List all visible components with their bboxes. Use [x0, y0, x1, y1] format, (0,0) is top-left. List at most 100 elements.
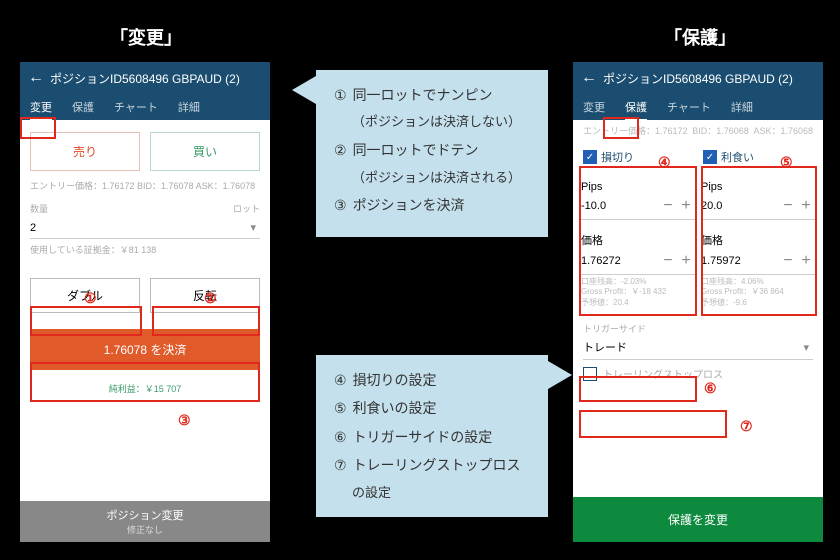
chevron-down-icon: ▾	[803, 341, 809, 354]
bottom-main-label: ポジション変更	[20, 507, 270, 523]
bottom-sub-label: 修正なし	[20, 523, 270, 536]
circ-num-3: ③	[178, 412, 191, 429]
circ-num-6: ⑥	[704, 380, 717, 397]
tp-balance: 口座残高：4.06%	[701, 277, 815, 287]
column-label-left: 「変更」	[110, 24, 182, 50]
sl-price-value: 1.76272	[581, 255, 621, 267]
callout-right: ④損切りの設定 ⑤利食いの設定 ⑥トリガーサイドの設定 ⑦トレーリングストップロ…	[316, 355, 548, 517]
quantity-value: 2	[30, 222, 36, 234]
sl-estimate: 予想値：20.4	[581, 298, 695, 308]
double-reverse-row: ダブル 反転	[20, 272, 270, 319]
column-label-right: 「保護」	[664, 24, 736, 50]
minus-button[interactable]: −	[779, 197, 797, 215]
circ-num-5: ⑤	[780, 154, 793, 171]
minus-button[interactable]: −	[659, 252, 677, 270]
sl-balance: 口座残高：-2.03%	[581, 277, 695, 287]
tabs: 変更 保護 チャート 詳細	[20, 94, 270, 120]
plus-button[interactable]: +	[677, 197, 695, 215]
callout-left: ①同一ロットでナンピン （ポジションは決済しない） ②同一ロットでドテン （ポジ…	[316, 70, 548, 237]
tab-protect[interactable]: 保護	[62, 94, 104, 120]
tab-change[interactable]: 変更	[20, 94, 62, 120]
bid-label: BID：1.76068	[692, 124, 749, 137]
sl-column: ✓ 損切り Pips -10.0 − + 価格 1.76272 − +	[581, 145, 695, 314]
settle-button[interactable]: 1.76078 を決済	[30, 329, 260, 370]
minus-button[interactable]: −	[659, 197, 677, 215]
trigger-select[interactable]: トレード ▾	[583, 335, 813, 360]
circ-num-1: ①	[84, 290, 97, 307]
plus-button[interactable]: +	[677, 252, 695, 270]
callout-num: ④	[334, 369, 347, 391]
callout-text: 利食いの設定	[353, 397, 437, 419]
entry-price-line: エントリー価格：1.76172 BID：1.76078 ASK：1.76078	[20, 177, 270, 194]
callout-num: ⑦	[334, 454, 347, 476]
quantity-label: 数量	[30, 202, 48, 215]
tp-gross-profit: Gross Profit：￥36 864	[701, 287, 815, 297]
plus-button[interactable]: +	[797, 197, 815, 215]
tp-price-field[interactable]: 1.75972 − +	[701, 248, 815, 275]
callout-num: ⑤	[334, 397, 347, 419]
buy-button[interactable]: 買い	[150, 132, 260, 171]
plus-button[interactable]: +	[797, 252, 815, 270]
tab-detail[interactable]: 詳細	[721, 94, 763, 120]
tab-chart[interactable]: チャート	[104, 94, 168, 120]
sl-gross-profit: Gross Profit：￥-18 432	[581, 287, 695, 297]
protect-change-button[interactable]: 保護を変更	[573, 497, 823, 542]
phone-header: ← ポジションID5608496 GBPAUD (2)	[573, 62, 823, 94]
checkbox-icon	[583, 367, 597, 381]
price-label: 価格	[701, 235, 723, 247]
callout-text: ポジションを決済	[353, 194, 465, 216]
sl-stats: 口座残高：-2.03% Gross Profit：￥-18 432 予想値：20…	[581, 275, 695, 314]
tab-chart[interactable]: チャート	[657, 94, 721, 120]
phone-right: ← ポジションID5608496 GBPAUD (2) 変更 保護 チャート 詳…	[573, 62, 823, 542]
trigger-label: トリガーサイド	[573, 318, 823, 335]
callout-subtext: の設定	[334, 483, 530, 504]
chevron-down-icon: ▾	[250, 221, 256, 234]
callout-text: トレーリングストップロス	[353, 454, 521, 476]
arrow-back-icon[interactable]: ←	[581, 69, 597, 87]
sl-label: 損切り	[601, 149, 634, 165]
callout-text: トリガーサイドの設定	[353, 426, 493, 448]
sl-pips-field[interactable]: -10.0 − +	[581, 193, 695, 220]
phone-header: ← ポジションID5608496 GBPAUD (2)	[20, 62, 270, 94]
entry-price-label: エントリー価格：1.76172	[583, 124, 688, 137]
callout-num: ⑥	[334, 426, 347, 448]
highlight-trailing-box	[579, 410, 727, 438]
arrow-back-icon[interactable]: ←	[28, 69, 44, 87]
price-row: エントリー価格：1.76172 BID：1.76068 ASK：1.76068	[573, 120, 823, 141]
bottom-change-button[interactable]: ポジション変更 修正なし	[20, 501, 270, 542]
lot-label: ロット	[233, 202, 260, 215]
circ-num-4: ④	[658, 154, 671, 171]
callout-subtext: （ポジションは決済される）	[334, 168, 530, 189]
pips-label: Pips	[701, 181, 722, 193]
minus-button[interactable]: −	[779, 252, 797, 270]
circ-num-2: ②	[204, 290, 217, 307]
callout-num: ③	[334, 194, 347, 216]
sell-button[interactable]: 売り	[30, 132, 140, 171]
callout-num: ②	[334, 139, 347, 161]
tab-protect[interactable]: 保護	[615, 94, 657, 120]
sl-price-field[interactable]: 1.76272 − +	[581, 248, 695, 275]
sl-checkbox-row[interactable]: ✓ 損切り	[581, 145, 695, 169]
page-title: ポジションID5608496 GBPAUD (2)	[603, 70, 793, 87]
tp-estimate: 予想値：-9.6	[701, 298, 815, 308]
trigger-value: トレード	[583, 339, 627, 355]
pips-label: Pips	[581, 181, 602, 193]
price-label: 価格	[581, 235, 603, 247]
circ-num-7: ⑦	[740, 418, 753, 435]
ask-label: ASK：1.76068	[753, 124, 813, 137]
tabs: 変更 保護 チャート 詳細	[573, 94, 823, 120]
trailing-stop-row[interactable]: トレーリングストップロス	[583, 366, 813, 381]
sell-buy-row: 売り 買い	[20, 126, 270, 177]
tp-price-value: 1.75972	[701, 255, 741, 267]
tab-detail[interactable]: 詳細	[168, 94, 210, 120]
checkbox-icon: ✓	[703, 150, 717, 164]
tp-pips-value: 20.0	[701, 200, 722, 212]
quantity-field[interactable]: 2 ▾	[30, 217, 260, 239]
callout-subtext: （ポジションは決済しない）	[334, 112, 530, 133]
sl-pips-value: -10.0	[581, 200, 606, 212]
callout-num: ①	[334, 84, 347, 106]
tp-pips-field[interactable]: 20.0 − +	[701, 193, 815, 220]
tp-checkbox-row[interactable]: ✓ 利食い	[701, 145, 815, 169]
tp-column: ✓ 利食い Pips 20.0 − + 価格 1.75972 − +	[701, 145, 815, 314]
tab-change[interactable]: 変更	[573, 94, 615, 120]
